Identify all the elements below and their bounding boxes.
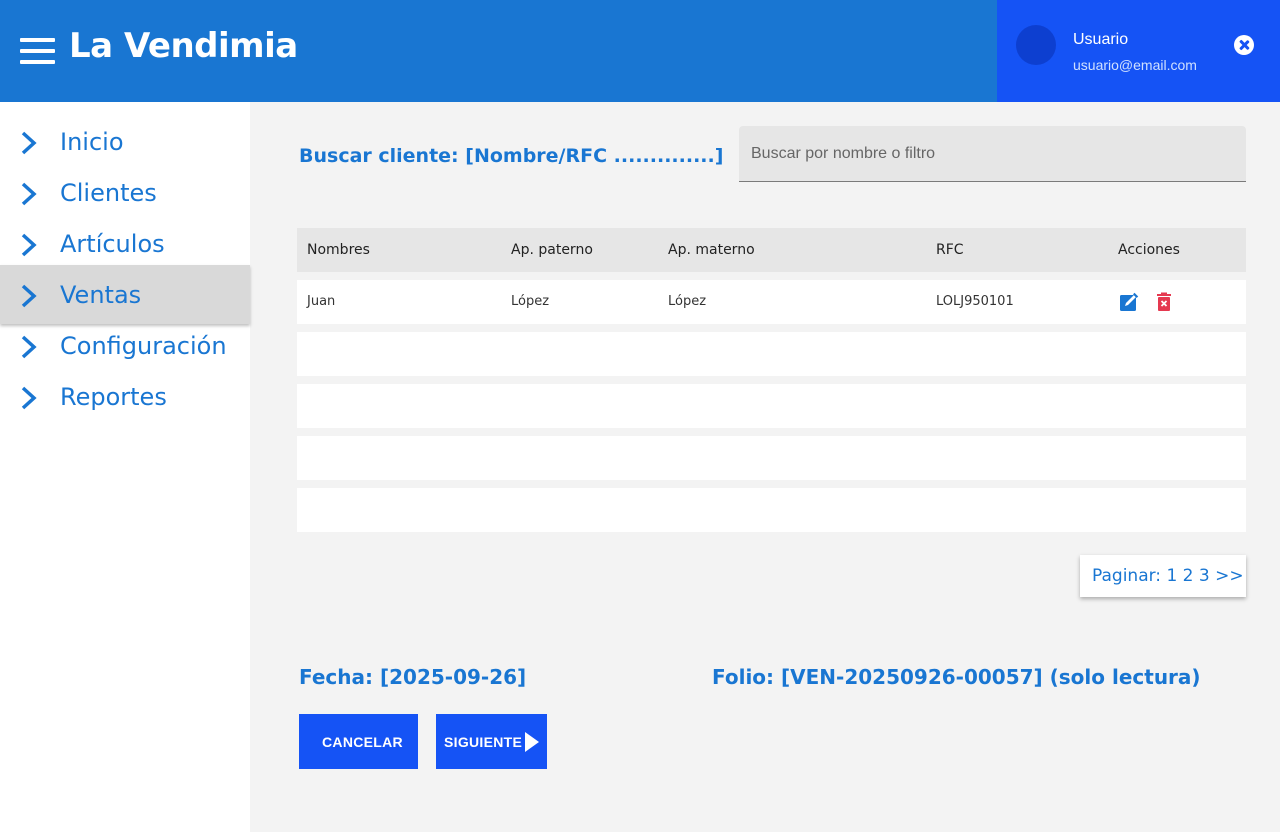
sidebar-item-label: Inicio [60, 128, 124, 156]
page-link-2[interactable]: 2 [1183, 566, 1194, 586]
sidebar-item-inicio[interactable]: Inicio [0, 118, 250, 169]
chevron-right-icon [21, 233, 37, 257]
user-name: Usuario [1073, 31, 1129, 48]
table-row[interactable] [297, 332, 1246, 376]
table-header: Nombres Ap. paterno Ap. materno RFC Acci… [297, 228, 1246, 272]
table-row[interactable] [297, 436, 1246, 480]
chevron-right-icon [21, 284, 37, 308]
sidebar-item-configuracion[interactable]: Configuración [0, 322, 250, 373]
page-link-1[interactable]: 1 [1166, 566, 1177, 586]
cell-nombres: Juan [307, 294, 336, 309]
sidebar-item-label: Artículos [60, 230, 165, 258]
edit-icon[interactable] [1119, 292, 1139, 312]
avatar [1016, 25, 1056, 65]
chevron-right-icon [21, 386, 37, 410]
table-row[interactable] [297, 384, 1246, 428]
sidebar: Inicio Clientes Artículos Ventas Configu… [0, 102, 250, 832]
page-link-3[interactable]: 3 [1199, 566, 1210, 586]
sidebar-item-label: Clientes [60, 179, 157, 207]
cancel-button[interactable]: CANCELAR [299, 714, 418, 769]
sidebar-item-ventas[interactable]: Ventas [0, 265, 250, 324]
page-next-link[interactable]: >> [1215, 566, 1244, 586]
cell-ap-materno: López [668, 294, 707, 309]
sidebar-item-articulos[interactable]: Artículos [0, 220, 250, 271]
folio-label: Folio: [VEN-20250926-00057] (solo lectur… [712, 665, 1201, 689]
cell-ap-paterno: López [511, 294, 550, 309]
close-icon[interactable] [1234, 35, 1254, 55]
sidebar-item-label: Ventas [60, 281, 142, 309]
sidebar-item-reportes[interactable]: Reportes [0, 373, 250, 424]
column-header-acciones: Acciones [1118, 242, 1180, 258]
chevron-right-icon [21, 131, 37, 155]
user-panel: Usuario usuario@email.com [997, 0, 1280, 102]
chevron-right-icon [21, 182, 37, 206]
table-row[interactable]: Juan López López LOLJ950101 [297, 280, 1246, 324]
cell-rfc: LOLJ950101 [936, 294, 1014, 309]
column-header-ap-materno: Ap. materno [668, 242, 755, 258]
search-label: Buscar cliente: [Nombre/RFC ............… [299, 145, 724, 167]
next-button[interactable]: SIGUIENTE [436, 714, 547, 769]
delete-icon[interactable] [1154, 292, 1174, 312]
hamburger-menu-icon[interactable] [20, 38, 55, 64]
sidebar-item-label: Reportes [60, 383, 167, 411]
pagination-label: Paginar: [1092, 566, 1162, 586]
search-input[interactable] [739, 126, 1246, 182]
pagination: Paginar: 1 2 3 >> [1080, 555, 1246, 597]
next-button-label: SIGUIENTE [444, 733, 523, 750]
user-email: usuario@email.com [1073, 57, 1197, 73]
column-header-rfc: RFC [936, 242, 964, 258]
play-icon [525, 732, 539, 752]
table-row[interactable] [297, 488, 1246, 532]
column-header-ap-paterno: Ap. paterno [511, 242, 593, 258]
chevron-right-icon [21, 335, 37, 359]
cancel-button-label: CANCELAR [322, 733, 403, 750]
column-header-nombres: Nombres [307, 242, 370, 258]
sidebar-item-label: Configuración [60, 332, 227, 360]
app-header: La Vendimia Usuario usuario@email.com [0, 0, 1280, 102]
date-label: Fecha: [2025-09-26] [299, 665, 527, 689]
app-title: La Vendimia [69, 26, 298, 66]
sidebar-item-clientes[interactable]: Clientes [0, 169, 250, 220]
